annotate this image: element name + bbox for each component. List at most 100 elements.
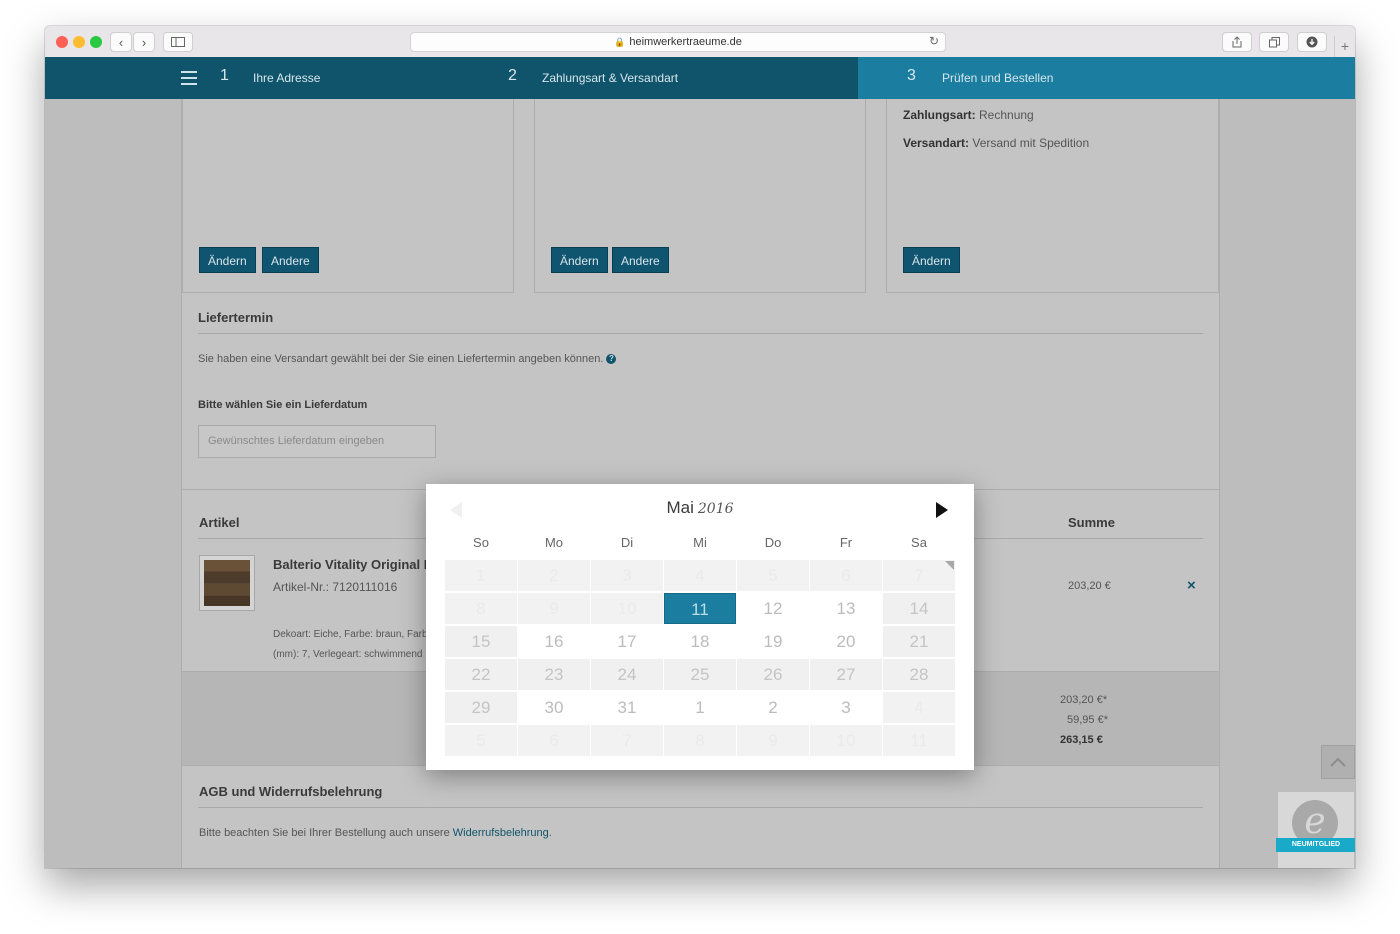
terms-text: Bitte beachten Sie bei Ihrer Bestellung …: [199, 827, 552, 839]
calendar-day[interactable]: 24: [591, 659, 663, 690]
calendar-day: 6: [518, 725, 590, 756]
shipping-method-info: Versandart: Versand mit Spedition: [903, 136, 1089, 150]
weekday-label: Sa: [911, 535, 927, 550]
menu-icon[interactable]: [181, 71, 197, 85]
product-name[interactable]: Balterio Vitality Original E: [273, 557, 432, 572]
step-1-label[interactable]: Ihre Adresse: [253, 71, 320, 85]
calendar-day[interactable]: 3: [810, 692, 882, 723]
delivery-info-text: Sie haben eine Versandart gewählt bei de…: [198, 353, 617, 365]
calendar-day-selected[interactable]: 11: [664, 593, 736, 624]
calendar-day[interactable]: 17: [591, 626, 663, 657]
sum-column-header: Summe: [1068, 515, 1115, 530]
calendar-day[interactable]: 26: [737, 659, 809, 690]
payment-method-label: Zahlungsart:: [903, 108, 976, 122]
calendar-day[interactable]: 2: [737, 692, 809, 723]
grid-corner-marker: [945, 561, 954, 570]
download-icon: [1306, 36, 1318, 48]
calendar-title: Mai 2016: [426, 498, 974, 518]
downloads-button[interactable]: [1297, 32, 1327, 52]
tabs-overview-button[interactable]: [1259, 32, 1289, 52]
weekday-label: Mo: [544, 535, 564, 550]
calendar-day: 2: [518, 560, 590, 591]
other-billing-button[interactable]: Andere: [262, 247, 319, 273]
total-value: 263,15 €: [1060, 734, 1103, 746]
change-shipping-address-button[interactable]: Ändern: [551, 247, 608, 273]
calendar-day[interactable]: 28: [883, 659, 955, 690]
forward-icon: ›: [141, 34, 147, 50]
url-text: heimwerkertraeume.de: [629, 36, 742, 48]
new-tab-button[interactable]: +: [1334, 36, 1355, 57]
weekday-label: Di: [620, 535, 634, 550]
other-shipping-address-button[interactable]: Andere: [612, 247, 669, 273]
back-to-top-button[interactable]: [1321, 745, 1355, 779]
shipping-method-label: Versandart:: [903, 136, 970, 150]
next-month-arrow-icon[interactable]: [936, 502, 948, 518]
calendar-day[interactable]: 12: [737, 593, 809, 624]
product-number: Artikel-Nr.: 7120111016: [273, 580, 398, 594]
calendar-day[interactable]: 19: [737, 626, 809, 657]
step-2-label[interactable]: Zahlungsart & Versandart: [542, 71, 678, 85]
calendar-day: 9: [737, 725, 809, 756]
checkout-steps-nav: 1 Ihre Adresse 2 Zahlungsart & Versandar…: [45, 57, 1355, 99]
step-2-number: 2: [508, 67, 517, 84]
product-description-line-2: (mm): 7, Verlegeart: schwimmend: [273, 649, 423, 660]
divider: [198, 333, 1203, 334]
calendar-day[interactable]: 22: [445, 659, 517, 690]
address-card-billing: Ändern Andere: [182, 99, 514, 293]
calendar-month: Mai: [666, 498, 694, 517]
sidebar-toggle-button[interactable]: [163, 32, 193, 52]
calendar-day[interactable]: 27: [810, 659, 882, 690]
lock-icon: 🔒: [614, 36, 626, 47]
address-bar[interactable]: 🔒 heimwerkertraeume.de ↻: [410, 32, 946, 52]
article-column-header: Artikel: [199, 515, 240, 530]
withdrawal-policy-link[interactable]: Widerrufsbelehrung: [453, 827, 549, 839]
payment-method-info: Zahlungsart: Rechnung: [903, 108, 1034, 122]
zoom-window-button[interactable]: [90, 36, 102, 48]
calendar-year: 2016: [697, 501, 734, 517]
help-icon[interactable]: ?: [606, 354, 617, 365]
calendar-day[interactable]: 25: [664, 659, 736, 690]
calendar-day[interactable]: 29: [445, 692, 517, 723]
calendar-day[interactable]: 1: [664, 692, 736, 723]
change-billing-button[interactable]: Ändern: [199, 247, 256, 273]
calendar-day: 4: [664, 560, 736, 591]
product-thumbnail[interactable]: [199, 555, 255, 611]
calendar-day: 5: [445, 725, 517, 756]
close-window-button[interactable]: [56, 36, 68, 48]
change-payment-button[interactable]: Ändern: [903, 247, 960, 273]
forward-button[interactable]: ›: [133, 32, 155, 52]
calendar-day[interactable]: 18: [664, 626, 736, 657]
calendar-day[interactable]: 21: [883, 626, 955, 657]
calendar-day: 5: [737, 560, 809, 591]
calendar-day[interactable]: 23: [518, 659, 590, 690]
minimize-window-button[interactable]: [73, 36, 85, 48]
calendar-day: 8: [664, 725, 736, 756]
calendar-day[interactable]: 16: [518, 626, 590, 657]
sidebar-icon: [171, 37, 185, 47]
calendar-day[interactable]: 31: [591, 692, 663, 723]
calendar-day[interactable]: 13: [810, 593, 882, 624]
step-3-label: Prüfen und Bestellen: [942, 71, 1054, 85]
reload-icon[interactable]: ↻: [929, 34, 939, 48]
weekday-label: Do: [764, 535, 782, 550]
delivery-info: Sie haben eine Versandart gewählt bei de…: [198, 353, 604, 365]
back-icon: ‹: [118, 34, 124, 50]
back-button[interactable]: ‹: [110, 32, 132, 52]
calendar-day[interactable]: 30: [518, 692, 590, 723]
calendar-day[interactable]: 14: [883, 593, 955, 624]
payment-shipping-card: Zahlungsart: Rechnung Versandart: Versan…: [886, 99, 1219, 293]
product-description-line-1: Dekoart: Eiche, Farbe: braun, Farbto: [273, 629, 436, 640]
delivery-date-input[interactable]: Gewünschtes Lieferdatum eingeben: [198, 425, 436, 458]
active-step-highlight: [858, 57, 1355, 99]
terms-text-body: Bitte beachten Sie bei Ihrer Bestellung …: [199, 827, 450, 839]
calendar-day: 11: [883, 725, 955, 756]
calendar-day[interactable]: 15: [445, 626, 517, 657]
weekday-label: Fr: [839, 535, 853, 550]
share-button[interactable]: [1222, 32, 1252, 52]
remove-item-icon[interactable]: ×: [1187, 577, 1196, 594]
tabs-icon: [1268, 36, 1280, 47]
calendar-day: 8: [445, 593, 517, 624]
calendar-day[interactable]: 20: [810, 626, 882, 657]
trust-badge[interactable]: e NEUMITGLIED: [1276, 791, 1355, 868]
weekday-label: Mi: [693, 535, 707, 550]
